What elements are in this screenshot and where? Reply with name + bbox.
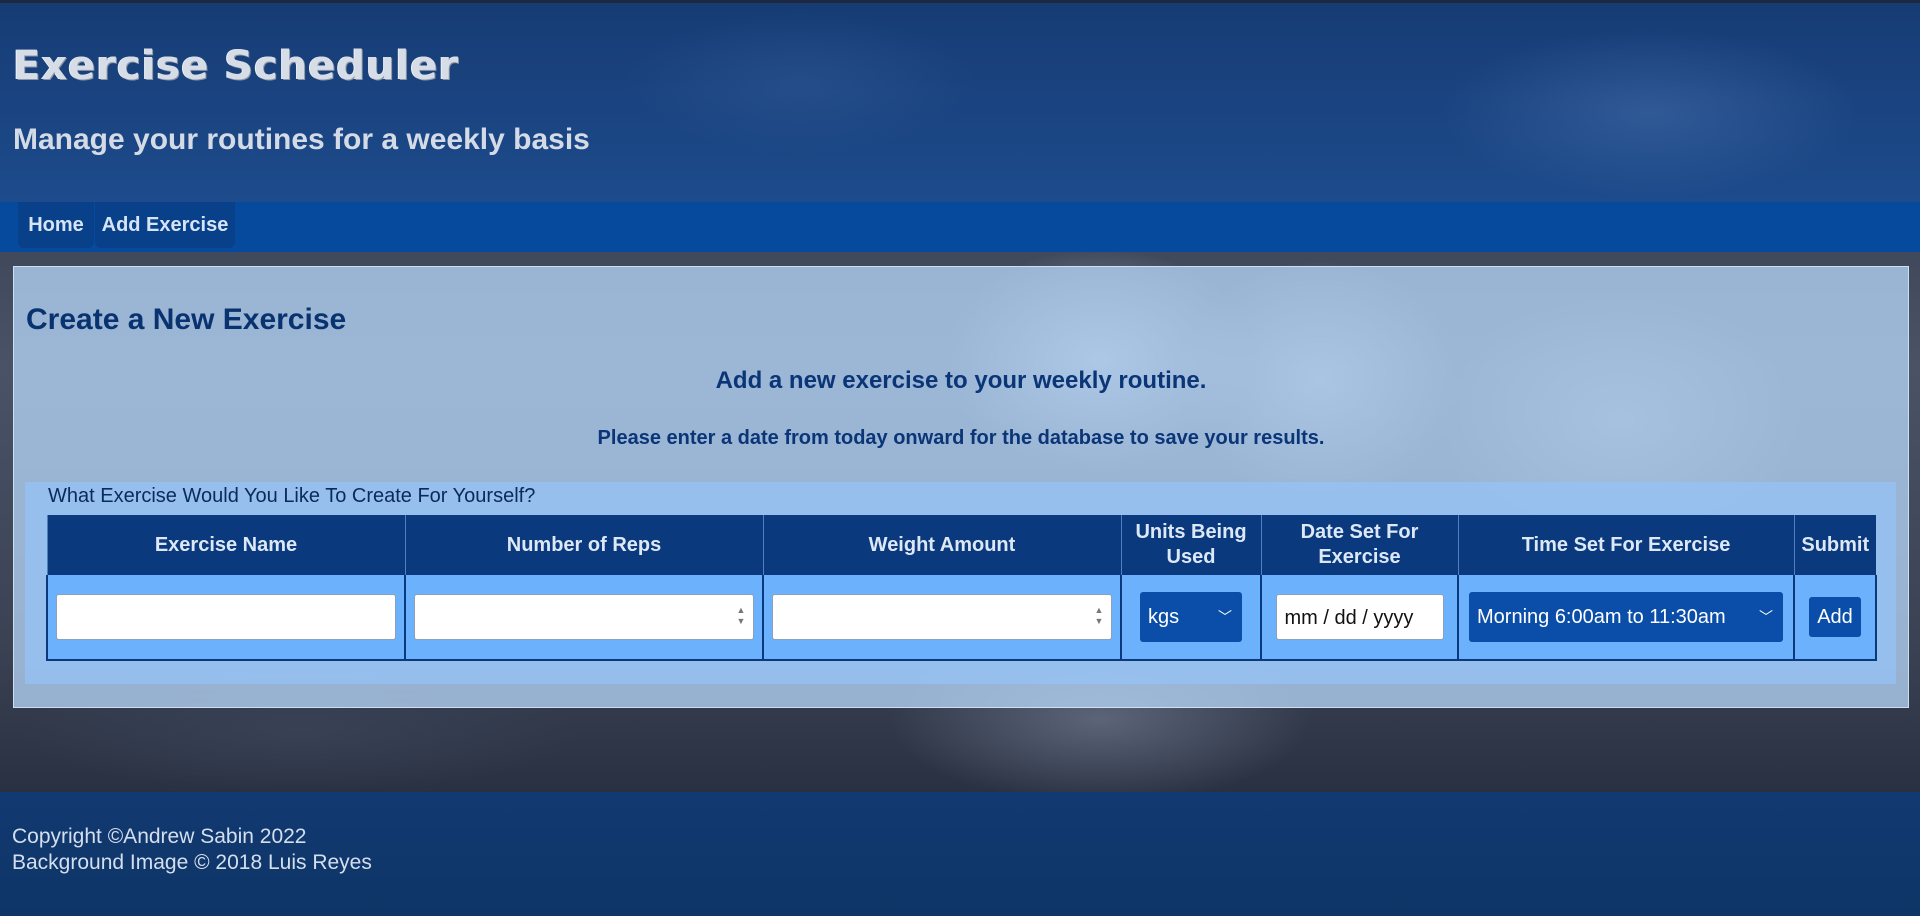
intro-text: Add a new exercise to your weekly routin… xyxy=(715,367,1207,394)
time-cell: Morning 6:00am to 11:30am ﹀ xyxy=(1457,575,1795,661)
col-header-units: Units Being Used xyxy=(1120,515,1261,575)
nav-add-exercise-link[interactable]: Add Exercise xyxy=(95,202,235,248)
chevron-down-icon: ﹀ xyxy=(1759,609,1773,625)
page-title: Create a New Exercise xyxy=(26,303,347,336)
date-note: Please enter a date from today onward fo… xyxy=(597,427,1325,449)
time-selected-value: Morning 6:00am to 11:30am xyxy=(1477,606,1726,628)
submit-cell: Add xyxy=(1793,575,1877,661)
weight-cell: ▲ ▼ xyxy=(762,575,1122,661)
reps-input[interactable]: ▲ ▼ xyxy=(414,594,754,640)
exercise-name-input[interactable] xyxy=(56,594,396,640)
col-header-weight: Weight Amount xyxy=(762,515,1121,575)
weight-spinner-icon[interactable]: ▲ ▼ xyxy=(1093,605,1105,629)
background-credit-text: Background Image © 2018 Luis Reyes xyxy=(12,851,372,874)
col-header-date: Date Set For Exercise xyxy=(1260,515,1458,575)
col-header-time: Time Set For Exercise xyxy=(1457,515,1794,575)
copyright-text: Copyright ©Andrew Sabin 2022 xyxy=(12,825,307,848)
col-header-reps: Number of Reps xyxy=(404,515,763,575)
exercise-name-cell xyxy=(46,575,406,661)
nav-home-link[interactable]: Home xyxy=(18,202,94,248)
time-select[interactable]: Morning 6:00am to 11:30am ﹀ xyxy=(1469,592,1783,642)
units-select[interactable]: kgs ﹀ xyxy=(1140,592,1242,642)
units-cell: kgs ﹀ xyxy=(1120,575,1262,661)
exercise-form: What Exercise Would You Like To Create F… xyxy=(25,482,1896,684)
table-row: ▲ ▼ ▲ ▼ kgs ﹀ mm / dd / yyyy Morning 6:0… xyxy=(46,575,1877,661)
form-legend: What Exercise Would You Like To Create F… xyxy=(48,485,536,507)
exercise-form-table: Exercise Name Number of Reps Weight Amou… xyxy=(46,515,1877,661)
date-input[interactable]: mm / dd / yyyy xyxy=(1275,594,1444,640)
site-header: Exercise Scheduler Manage your routines … xyxy=(0,3,1920,202)
reps-cell: ▲ ▼ xyxy=(404,575,764,661)
table-header-row: Exercise Name Number of Reps Weight Amou… xyxy=(46,515,1876,575)
date-cell: mm / dd / yyyy xyxy=(1260,575,1459,661)
site-subtitle: Manage your routines for a weekly basis xyxy=(13,123,590,156)
weight-input[interactable]: ▲ ▼ xyxy=(772,594,1112,640)
add-button[interactable]: Add xyxy=(1809,597,1861,637)
col-header-exercise-name: Exercise Name xyxy=(46,515,405,575)
main-nav: Home Add Exercise xyxy=(0,202,1920,252)
site-footer: Copyright ©Andrew Sabin 2022 Background … xyxy=(0,792,1920,916)
site-title: Exercise Scheduler xyxy=(13,43,460,89)
chevron-down-icon: ﹀ xyxy=(1218,609,1232,625)
col-header-submit: Submit xyxy=(1793,515,1876,575)
reps-spinner-icon[interactable]: ▲ ▼ xyxy=(735,605,747,629)
main-content: Create a New Exercise Add a new exercise… xyxy=(13,266,1909,708)
units-selected-value: kgs xyxy=(1148,606,1180,628)
